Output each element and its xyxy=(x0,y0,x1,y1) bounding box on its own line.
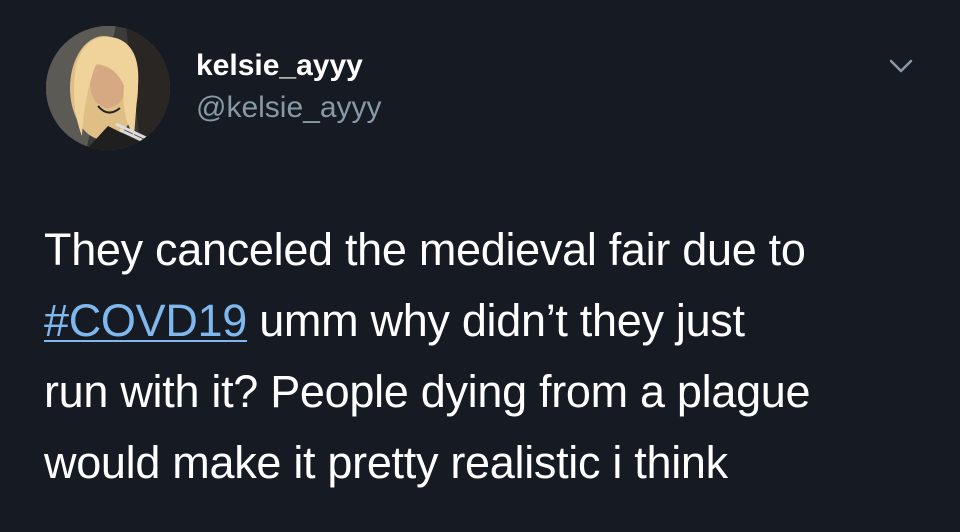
tweet-body: They canceled the medieval fair due to #… xyxy=(44,214,934,498)
tweet-text-line-4: would make it pretty realistic i think xyxy=(44,437,728,488)
chevron-down-icon[interactable] xyxy=(886,56,916,76)
tweet-card: kelsie_ayyy @kelsie_ayyy They canceled t… xyxy=(0,0,960,532)
profile-photo-icon xyxy=(46,26,170,150)
author-info: kelsie_ayyy @kelsie_ayyy xyxy=(196,48,382,126)
author-avatar[interactable] xyxy=(46,26,170,150)
hashtag-link[interactable]: #COVD19 xyxy=(44,295,247,346)
author-handle[interactable]: @kelsie_ayyy xyxy=(196,90,382,126)
tweet-text-line-2: #COVD19 umm why didn’t they just xyxy=(44,285,934,356)
tweet-text-line-1: They canceled the medieval fair due to xyxy=(44,224,806,275)
tweet-text-line-2-rest: umm why didn’t they just xyxy=(247,295,745,346)
author-display-name[interactable]: kelsie_ayyy xyxy=(196,48,382,84)
tweet-text-line-3: run with it? People dying from a plague xyxy=(44,366,811,417)
